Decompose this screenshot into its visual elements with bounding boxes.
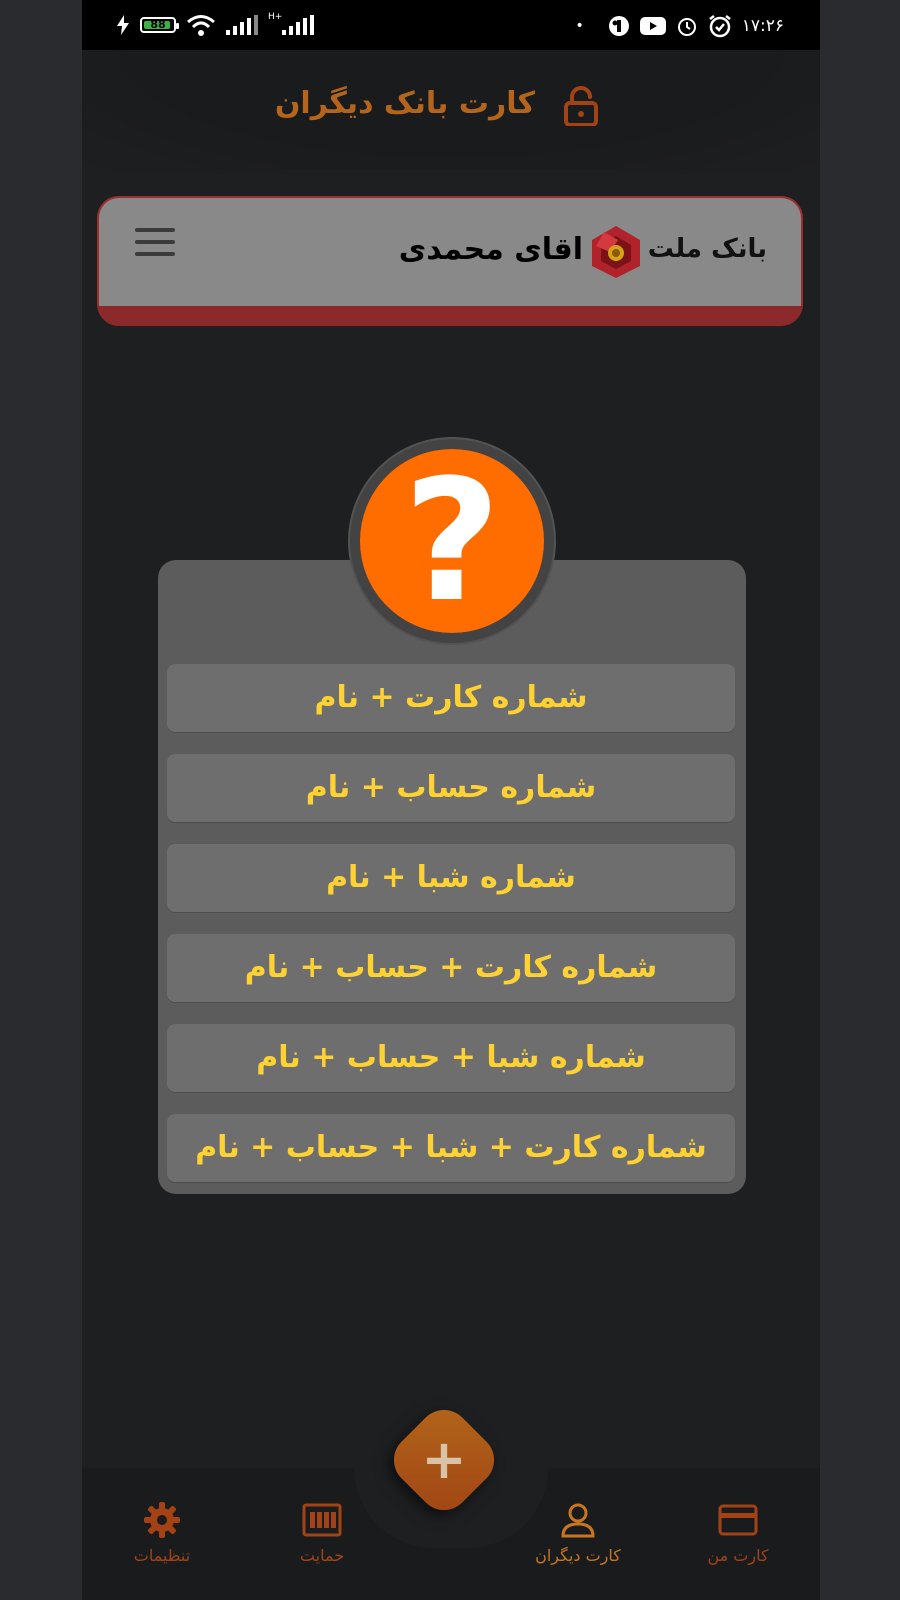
alarm-icon <box>677 18 696 36</box>
nav-settings[interactable]: تنظیمات <box>102 1500 222 1565</box>
bank-mellat-logo <box>592 226 640 278</box>
nav-my-card[interactable]: کارت من <box>678 1500 798 1565</box>
nav-others-card-label: کارت دیگران <box>535 1546 621 1565</box>
nav-others-card[interactable]: کارت دیگران <box>518 1500 638 1565</box>
network-type: H+ <box>268 12 283 22</box>
dot-icon: • <box>575 18 584 34</box>
nav-support[interactable]: حمایت <box>262 1500 382 1565</box>
card-format-panel: شماره کارت + نام شماره حساب + نام شماره … <box>158 560 746 1194</box>
lock-open-icon <box>564 86 598 126</box>
app-notification-icon <box>608 16 629 36</box>
nav-settings-label: تنظیمات <box>133 1546 191 1565</box>
gear-icon <box>144 1502 180 1538</box>
status-bar-left: 88 H+ <box>116 12 315 36</box>
hamburger-menu-icon[interactable] <box>135 228 175 258</box>
app-screen: 88 H+ • ۱۷:۲۶ کارت بانک دیگران اقای محمد… <box>82 0 820 1600</box>
signal-icon-2 <box>282 15 315 35</box>
battery-level: 88 <box>150 18 166 31</box>
header: کارت بانک دیگران <box>82 50 820 170</box>
credit-card-icon <box>718 1504 758 1536</box>
plus-icon[interactable]: + <box>401 1417 487 1503</box>
option-card-sheba-account-name[interactable]: شماره کارت + شبا + حساب + نام <box>167 1114 735 1182</box>
wifi-icon <box>187 15 215 36</box>
bank-card-face: اقای محمدی بانک ملت <box>97 196 803 306</box>
youtube-icon <box>639 17 666 35</box>
option-card-account-name[interactable]: شماره کارت + حساب + نام <box>167 934 735 1002</box>
charging-icon <box>117 15 129 35</box>
bank-name: بانک ملت <box>647 234 767 264</box>
option-sheba-name[interactable]: شماره شبا + نام <box>167 844 735 912</box>
status-bar: 88 H+ • ۱۷:۲۶ <box>82 0 820 50</box>
question-mark-icon: ? <box>360 449 544 633</box>
support-icon <box>302 1503 342 1537</box>
signal-icon <box>226 15 258 35</box>
option-sheba-account-name[interactable]: شماره شبا + حساب + نام <box>167 1024 735 1092</box>
bank-card[interactable]: اقای محمدی بانک ملت <box>97 196 803 326</box>
option-account-name[interactable]: شماره حساب + نام <box>167 754 735 822</box>
nav-my-card-label: کارت من <box>707 1546 769 1565</box>
battery-icon: 88 <box>140 17 179 33</box>
status-bar-right: • ۱۷:۲۶ <box>575 14 784 38</box>
alarm-clock-icon <box>708 15 731 38</box>
nav-support-label: حمایت <box>299 1546 345 1565</box>
user-icon <box>561 1503 595 1538</box>
page-title: کارت بانک دیگران <box>274 86 535 121</box>
card-owner-name: اقای محمدی <box>398 232 583 267</box>
clock: ۱۷:۲۶ <box>741 16 784 36</box>
option-card-name[interactable]: شماره کارت + نام <box>167 664 735 732</box>
